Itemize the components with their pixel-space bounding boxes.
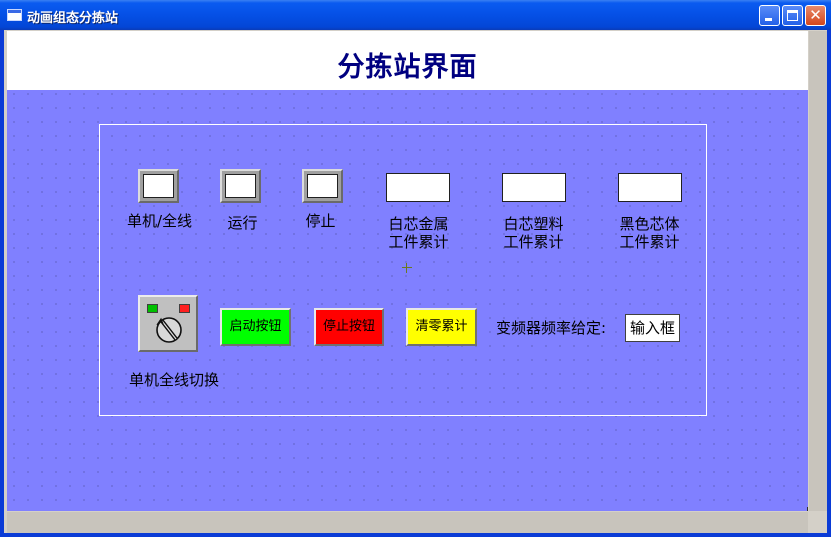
maximize-icon xyxy=(787,10,798,21)
black-core-counter-label: 黑色芯体 工件累计 xyxy=(619,215,680,251)
red-led-icon xyxy=(179,304,190,313)
page-title: 分拣站界面 xyxy=(337,52,478,83)
client-area: 分拣站界面 单机/全线 运行 停止 白芯金属 工件累计 白芯塑料 工件累计 黑色… xyxy=(4,30,827,533)
close-icon: ✕ xyxy=(809,6,822,24)
window-title: 动画组态分拣站 xyxy=(27,11,119,26)
reset-count-button[interactable]: 清零累计 xyxy=(406,308,477,346)
horizontal-scrollbar[interactable] xyxy=(7,512,808,533)
mode-switch-label: 单机全线切换 xyxy=(128,371,219,389)
start-button[interactable]: 启动按钮 xyxy=(220,308,291,346)
white-plastic-counter xyxy=(502,173,566,202)
hmi-canvas: 分拣站界面 单机/全线 运行 停止 白芯金属 工件累计 白芯塑料 工件累计 黑色… xyxy=(7,31,808,511)
black-core-counter xyxy=(618,173,682,202)
mode-switch[interactable] xyxy=(138,295,198,352)
mode-indicator-label: 单机/全线 xyxy=(126,212,193,230)
title-bar[interactable]: 动画组态分拣站 ✕ xyxy=(0,0,831,30)
white-metal-counter xyxy=(386,173,450,202)
stopped-indicator-lamp xyxy=(302,169,343,203)
frequency-input[interactable]: 输入框 xyxy=(625,314,680,342)
white-metal-counter-label: 白芯金属 工件累计 xyxy=(388,215,449,251)
stopped-indicator-label: 停止 xyxy=(305,212,336,230)
rotary-selector-icon xyxy=(156,317,182,343)
running-indicator-label: 运行 xyxy=(227,214,258,232)
header-band: 分拣站界面 xyxy=(7,31,808,90)
running-indicator-lamp xyxy=(220,169,261,203)
app-window: 动画组态分拣站 ✕ 分拣站界面 单机/全线 运行 停止 白芯金属 工件累计 白芯… xyxy=(0,0,831,537)
close-button[interactable]: ✕ xyxy=(805,5,826,26)
window-icon xyxy=(7,9,22,21)
white-plastic-counter-label: 白芯塑料 工件累计 xyxy=(503,215,564,251)
resize-grip[interactable] xyxy=(807,507,808,511)
minimize-button[interactable] xyxy=(759,5,780,26)
mode-indicator-lamp xyxy=(138,169,179,203)
minimize-icon xyxy=(765,18,772,21)
crosshair-marker xyxy=(402,263,412,273)
green-led-icon xyxy=(147,304,158,313)
stop-button[interactable]: 停止按钮 xyxy=(314,308,384,346)
frequency-label: 变频器频率给定: xyxy=(496,319,607,337)
vertical-scrollbar[interactable] xyxy=(809,31,827,511)
maximize-button[interactable] xyxy=(782,5,803,26)
